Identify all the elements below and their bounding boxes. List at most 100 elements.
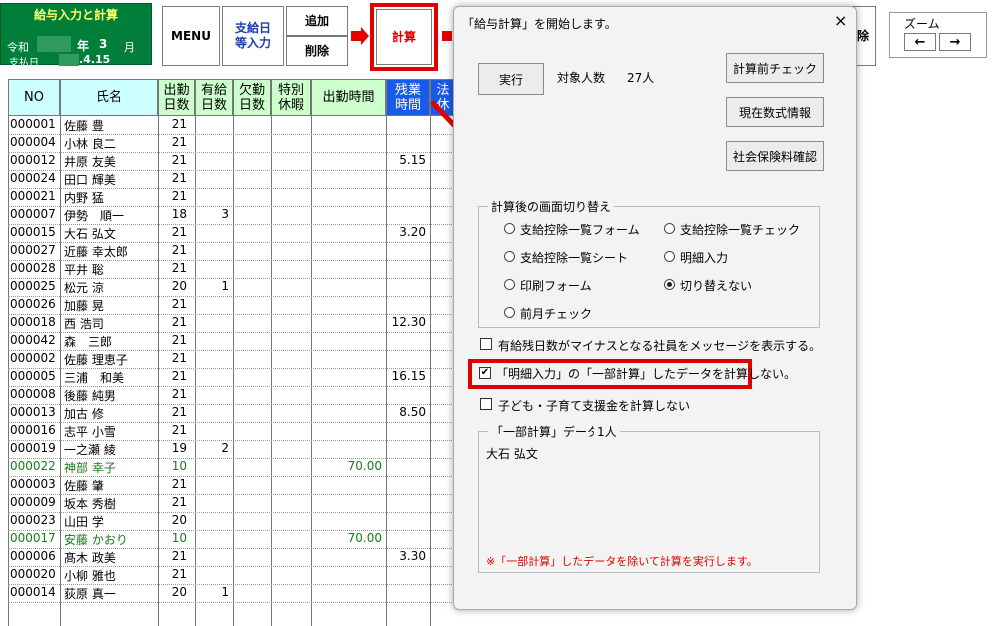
row-no: 000023	[10, 513, 56, 527]
radio-option-7[interactable]	[504, 307, 515, 318]
row-no: 000022	[10, 459, 56, 473]
row-work-days: 21	[171, 369, 187, 383]
table-row[interactable]: 000006 髙木 政美 21 3.30	[8, 548, 456, 566]
row-name: 後藤 純男	[64, 389, 116, 403]
radio-option-6-selected[interactable]	[664, 279, 675, 290]
row-work-days: 21	[171, 423, 187, 437]
row-name: 田口 輝美	[64, 173, 116, 187]
year-field-masked[interactable]	[37, 36, 71, 52]
table-row[interactable]: 000024 田口 輝美 21	[8, 170, 456, 188]
row-no: 000004	[10, 135, 56, 149]
row-work-days: 21	[171, 405, 187, 419]
table-row[interactable]: 000007 伊勢 順一 18 3	[8, 206, 456, 224]
row-name: 三浦 和美	[64, 371, 125, 385]
table-row[interactable]: 000042 森 三郎 21	[8, 332, 456, 350]
row-name: 荻原 真一	[64, 587, 116, 601]
partial-note: ※「一部計算」したデータを除いて計算を実行します。	[486, 555, 758, 568]
col-header-name: 氏名	[60, 79, 158, 116]
table-row[interactable]: 000014 荻原 真一 20 1	[8, 584, 456, 602]
table-row[interactable]: 000005 三浦 和美 21 16.15	[8, 368, 456, 386]
row-name: 神部 幸子	[64, 461, 116, 475]
check-negative-paid-leave[interactable]	[480, 338, 492, 350]
menu-button[interactable]: MENU	[162, 6, 220, 66]
row-no: 000013	[10, 405, 56, 419]
col-header-paid-leave-2: 日数	[200, 97, 227, 113]
row-overtime: 8.50	[399, 405, 426, 419]
pay-date-year-masked[interactable]	[59, 54, 79, 66]
radio-option-5[interactable]	[504, 279, 515, 290]
check-negative-paid-leave-label: 有給残日数がマイナスとなる社員をメッセージを表示する。	[498, 339, 822, 353]
row-work-days: 21	[171, 549, 187, 563]
table-row[interactable]: 000019 一之瀬 綾 19 2	[8, 440, 456, 458]
pay-date-entry-button[interactable]: 支給日 等入力	[222, 6, 284, 66]
table-row[interactable]: 000016 志平 小雪 21	[8, 422, 456, 440]
add-button[interactable]: 追加	[286, 6, 348, 36]
row-work-days: 20	[171, 513, 187, 527]
row-name: 山田 学	[64, 515, 104, 529]
flow-arrow-head-icon	[361, 27, 369, 45]
radio-option-3[interactable]	[504, 251, 515, 262]
table-row[interactable]: 000009 坂本 秀樹 21	[8, 494, 456, 512]
table-row[interactable]: 000001 佐藤 豊 21	[8, 116, 456, 134]
table-row[interactable]: 000028 平井 聡 21	[8, 260, 456, 278]
row-overtime: 3.20	[399, 225, 426, 239]
table-row[interactable]: 000020 小柳 雅也 21	[8, 566, 456, 584]
row-work-days: 10	[171, 459, 187, 473]
row-work-days: 21	[171, 243, 187, 257]
table-row[interactable]: 000003 佐藤 肇 21	[8, 476, 456, 494]
pay-date-label: 支払日	[9, 58, 39, 69]
row-no: 000027	[10, 243, 56, 257]
calc-dialog: 「給与計算」を開始します。 × 実行 対象人数 27人 計算前チェック 現在数式…	[453, 6, 857, 610]
table-row[interactable]: 000008 後藤 純男 21	[8, 386, 456, 404]
table-row[interactable]: 000026 加藤 晃 21	[8, 296, 456, 314]
zoom-label: ズーム	[904, 17, 940, 31]
table-row[interactable]: 000018 西 浩司 21 12.30	[8, 314, 456, 332]
close-icon[interactable]: ×	[834, 11, 847, 30]
zoom-out-button[interactable]: ←	[904, 33, 936, 51]
table-row[interactable]: 000015 大石 弘文 21 3.20	[8, 224, 456, 242]
table-row[interactable]: 000023 山田 学 20	[8, 512, 456, 530]
table-row[interactable]: 000025 松元 涼 20 1	[8, 278, 456, 296]
row-no: 000021	[10, 189, 56, 203]
check-skip-partial-label: 「明細入力」の「一部計算」したデータを計算しない。	[496, 367, 797, 381]
zoom-group: ズーム ← →	[889, 12, 987, 58]
formula-info-button[interactable]: 現在数式情報	[726, 97, 824, 127]
row-name: 安藤 かおり	[64, 533, 128, 547]
row-name: 内野 猛	[64, 191, 104, 205]
calc-button[interactable]: 計算	[376, 9, 432, 65]
table-row[interactable]: 000027 近藤 幸太郎 21	[8, 242, 456, 260]
row-work-days: 21	[171, 315, 187, 329]
row-work-days: 21	[171, 477, 187, 491]
delete-button[interactable]: 削除	[286, 36, 348, 66]
table-row[interactable]: 000022 神部 幸子 10 70.00	[8, 458, 456, 476]
pay-date-value: .4.15	[79, 53, 111, 66]
row-work-days: 21	[171, 567, 187, 581]
radio-option-1[interactable]	[504, 223, 515, 234]
zoom-in-button[interactable]: →	[939, 33, 971, 51]
table-row[interactable]: 000002 佐藤 理恵子 21	[8, 350, 456, 368]
pre-check-button[interactable]: 計算前チェック	[726, 53, 824, 83]
option-label-5: 印刷フォーム	[520, 279, 592, 293]
option-label-3: 支給控除一覧シート	[520, 251, 629, 265]
row-no: 000006	[10, 549, 56, 563]
table-row[interactable]: 000013 加古 修 21 8.50	[8, 404, 456, 422]
row-name: 佐藤 理恵子	[64, 353, 128, 367]
row-no: 000026	[10, 297, 56, 311]
month-value: 3	[99, 37, 108, 51]
radio-option-2[interactable]	[664, 223, 675, 234]
radio-option-4[interactable]	[664, 251, 675, 262]
partial-data-count: 1人	[594, 423, 620, 440]
check-childcare[interactable]	[480, 398, 492, 410]
row-paid-leave: 1	[221, 279, 229, 293]
table-row[interactable]: 000021 内野 猛 21	[8, 188, 456, 206]
row-work-days: 10	[171, 531, 187, 545]
check-skip-partial[interactable]: ✔	[479, 367, 491, 379]
row-work-days: 21	[171, 261, 187, 275]
table-row[interactable]: 000012 井原 友美 21 5.15	[8, 152, 456, 170]
insurance-check-button[interactable]: 社会保険料確認	[726, 141, 824, 171]
run-button[interactable]: 実行	[478, 63, 544, 95]
row-name: 近藤 幸太郎	[64, 245, 128, 259]
table-row[interactable]: 000004 小林 良二 21	[8, 134, 456, 152]
table-row[interactable]: 000017 安藤 かおり 10 70.00	[8, 530, 456, 548]
row-name: 井原 友美	[64, 155, 116, 169]
